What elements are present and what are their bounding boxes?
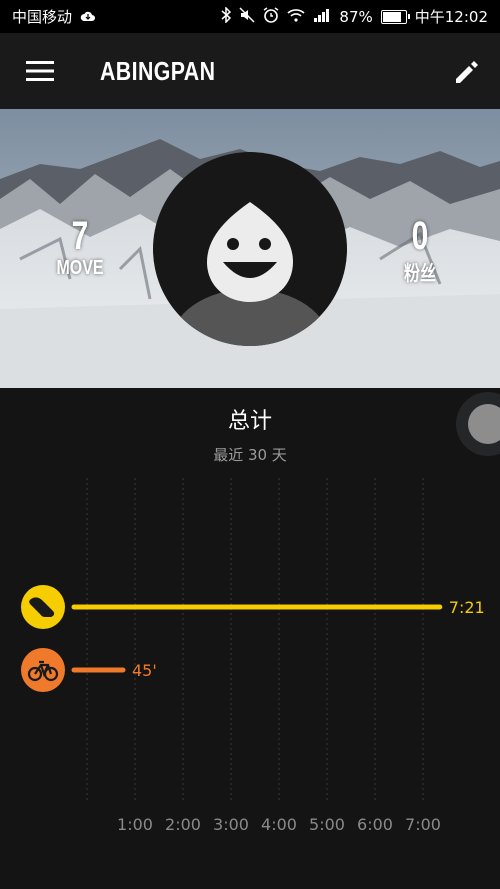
profile-header: 7 MOVE 0 粉丝	[0, 109, 500, 388]
wifi-icon	[287, 8, 305, 26]
move-stat[interactable]: 7 MOVE	[30, 214, 130, 280]
carrier-label: 中国移动	[12, 8, 73, 26]
running-value-label: 7:21	[449, 598, 485, 617]
battery-percent: 87%	[339, 7, 373, 26]
clock: 中午12:02	[414, 8, 488, 26]
pencil-edit-icon[interactable]	[448, 53, 486, 91]
followers-label: 粉丝	[404, 263, 436, 285]
signal-icon	[313, 8, 331, 26]
x-tick-label: 5:00	[309, 815, 345, 834]
x-tick-label: 1:00	[117, 815, 153, 834]
x-tick-label: 3:00	[213, 815, 249, 834]
avatar[interactable]	[153, 152, 347, 346]
x-tick-label: 4:00	[261, 815, 297, 834]
x-tick-label: 7:00	[405, 815, 441, 834]
cloud-icon	[80, 8, 96, 26]
bluetooth-icon	[221, 5, 232, 27]
summary-title: 总计	[227, 409, 272, 434]
battery-icon	[380, 9, 410, 24]
knob-dot	[468, 404, 500, 444]
status-bar: 中国移动 87% 中午12:02	[0, 0, 500, 33]
hamburger-menu-icon[interactable]	[0, 33, 80, 109]
x-tick-label: 6:00	[357, 815, 393, 834]
profile-username: ABINGPAN	[100, 55, 216, 86]
mute-icon	[239, 6, 255, 27]
move-count: 7	[71, 214, 89, 258]
summary-period: 最近 30 天	[213, 446, 287, 464]
activity-chart: 1:00 2:00 3:00 4:00 5:00 6:00 7:00 7:21 45'	[21, 478, 485, 834]
running-row[interactable]: 7:21	[21, 585, 485, 629]
followers-count: 0	[411, 214, 429, 258]
cycling-value-label: 45'	[132, 661, 157, 680]
smiling-drop-avatar-icon	[170, 202, 330, 346]
followers-stat[interactable]: 0 粉丝	[370, 214, 470, 286]
app-bar: ABINGPAN	[0, 33, 500, 109]
alarm-icon	[263, 6, 279, 27]
cycling-row[interactable]: 45'	[21, 648, 157, 692]
x-tick-label: 2:00	[165, 815, 201, 834]
move-label: MOVE	[56, 257, 104, 279]
